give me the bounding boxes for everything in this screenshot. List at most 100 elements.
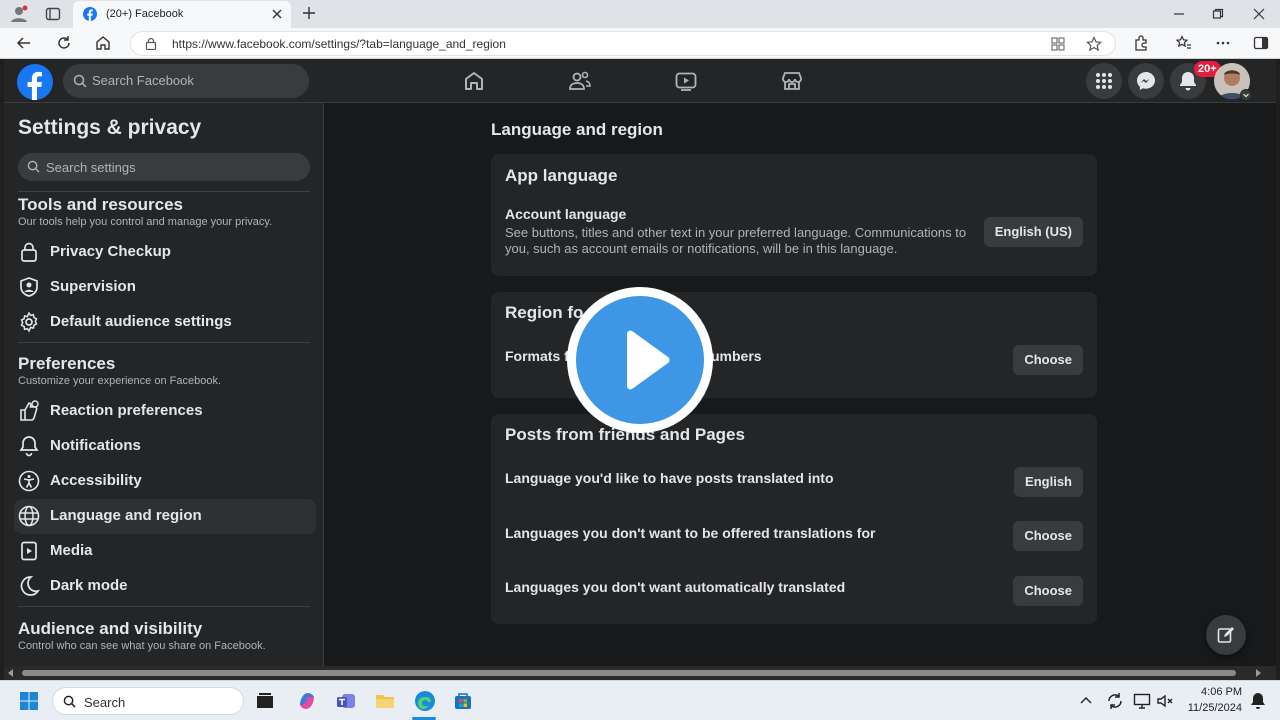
clock-time[interactable]: 4:06 PM — [1186, 686, 1242, 698]
favorite-star-icon[interactable] — [1086, 36, 1102, 52]
facebook-header: Search Facebook 20+ — [4, 59, 1276, 103]
account-chevron-icon[interactable] — [1240, 89, 1252, 101]
copilot-icon[interactable] — [297, 691, 317, 711]
settings-search-placeholder: Search settings — [46, 160, 136, 175]
sidebar-item-label: Supervision — [50, 278, 136, 295]
page-title: Language and region — [491, 120, 663, 139]
sidebar-item-language-and-region[interactable]: Language and region — [14, 499, 316, 534]
home-icon[interactable] — [95, 35, 111, 51]
windows-taskbar: Search 4:06 PM 11/25/2024 — [0, 680, 1280, 720]
address-bar[interactable]: https://www.facebook.com/settings/?tab=l… — [130, 31, 1116, 56]
browser-tab-bar: (20+) Facebook — [0, 0, 1280, 28]
app-available-icon[interactable] — [1051, 37, 1065, 51]
bell-icon — [1180, 72, 1196, 91]
sidebar-item-label: Reaction preferences — [50, 402, 203, 419]
no-offer-translations-button[interactable]: Choose — [1013, 521, 1083, 551]
scrollbar-thumb[interactable] — [22, 670, 1236, 676]
translate-into-button[interactable]: English — [1014, 467, 1083, 497]
no-offer-translations-label: Languages you don't want to be offered t… — [505, 525, 876, 541]
menu-grid-button[interactable] — [1086, 63, 1122, 99]
messenger-button[interactable] — [1128, 63, 1164, 99]
back-icon[interactable] — [16, 35, 32, 51]
browser-tab[interactable]: (20+) Facebook — [73, 1, 291, 28]
sidebar-item-label: Privacy Checkup — [50, 243, 171, 260]
account-language-button[interactable]: English (US) — [983, 217, 1083, 247]
restore-icon[interactable] — [1212, 8, 1224, 20]
clock-date[interactable]: 11/25/2024 — [1182, 702, 1242, 714]
edge-icon[interactable] — [414, 690, 436, 712]
settings-content: Language and region App language Account… — [324, 103, 1276, 680]
sidebar-item-reaction-preferences[interactable]: Reaction preferences — [14, 394, 316, 429]
windows-start-icon[interactable] — [20, 692, 38, 710]
extensions-icon[interactable] — [1133, 35, 1149, 51]
messenger-icon — [1137, 72, 1155, 90]
teams-icon[interactable] — [336, 691, 356, 711]
tab-title: (20+) Facebook — [106, 8, 184, 20]
file-explorer-icon[interactable] — [375, 691, 395, 711]
minimize-icon[interactable] — [1173, 8, 1185, 20]
app-language-card: App language Account language See button… — [491, 154, 1097, 276]
sidebar-item-label: Media — [50, 542, 93, 559]
sidebar-item-privacy-checkup[interactable]: Privacy Checkup — [14, 235, 316, 270]
no-auto-translate-button[interactable]: Choose — [1013, 576, 1083, 606]
video-play-button[interactable] — [567, 287, 713, 433]
lock-icon[interactable] — [145, 37, 157, 50]
sidebar-item-supervision[interactable]: Supervision — [14, 270, 316, 305]
formats-label: Formats f — [505, 348, 569, 364]
settings-search-input[interactable]: Search settings — [18, 153, 310, 181]
grid-icon — [1096, 73, 1112, 89]
tools-section-subtitle: Our tools help you control and manage yo… — [18, 216, 273, 228]
play-icon — [627, 330, 670, 390]
new-tab-icon[interactable] — [302, 6, 316, 20]
more-icon[interactable] — [1215, 35, 1231, 51]
store-icon[interactable] — [453, 691, 473, 711]
sidebar-item-label: Notifications — [50, 437, 141, 454]
profile-icon[interactable] — [10, 5, 28, 23]
horizontal-scrollbar[interactable] — [4, 666, 1276, 680]
tab-actions-icon[interactable] — [45, 6, 61, 22]
region-choose-button[interactable]: Choose — [1013, 345, 1083, 375]
tools-section-title: Tools and resources — [18, 195, 184, 214]
settings-sidebar: Settings & privacy Search settings Tools… — [4, 103, 324, 680]
sidebar-item-label: Default audience settings — [50, 313, 232, 330]
reaction-icon — [18, 400, 40, 422]
sync-icon[interactable] — [1106, 692, 1124, 710]
friends-nav-icon[interactable] — [568, 69, 592, 93]
account-language-description: See buttons, titles and other text in yo… — [505, 225, 967, 256]
sidebar-toggle-icon[interactable] — [1253, 35, 1269, 51]
media-icon — [18, 540, 40, 562]
refresh-icon[interactable] — [56, 35, 72, 51]
scroll-right-icon[interactable] — [1254, 669, 1262, 677]
volume-muted-icon[interactable] — [1156, 692, 1174, 710]
video-nav-icon[interactable] — [674, 69, 698, 93]
notification-bell-icon[interactable] — [1250, 692, 1266, 710]
marketplace-nav-icon[interactable] — [780, 69, 804, 93]
close-tab-icon[interactable] — [272, 9, 282, 19]
scroll-left-icon[interactable] — [7, 669, 15, 677]
supervision-icon — [18, 276, 40, 298]
sidebar-item-dark-mode[interactable]: Dark mode — [14, 569, 316, 604]
lock-icon — [18, 241, 40, 263]
sidebar-item-notifications[interactable]: Notifications — [14, 429, 316, 464]
sidebar-item-default-audience[interactable]: Default audience settings — [14, 305, 316, 340]
facebook-search-input[interactable]: Search Facebook — [63, 64, 309, 98]
chevron-up-icon[interactable] — [1080, 695, 1092, 705]
facebook-logo-icon[interactable] — [17, 64, 53, 100]
favorites-icon[interactable] — [1176, 35, 1192, 51]
sidebar-item-label: Accessibility — [50, 472, 142, 489]
compose-icon — [1217, 627, 1234, 643]
close-window-icon[interactable] — [1253, 8, 1265, 20]
home-nav-icon[interactable] — [462, 69, 486, 93]
sidebar-item-accessibility[interactable]: Accessibility — [14, 464, 316, 499]
preferences-section-title: Preferences — [18, 354, 116, 373]
posts-translation-card: Posts from friends and Pages Language yo… — [491, 414, 1097, 624]
sidebar-item-media[interactable]: Media — [14, 534, 316, 569]
new-message-button[interactable] — [1206, 615, 1246, 655]
divider — [18, 342, 310, 343]
browser-toolbar: https://www.facebook.com/settings/?tab=l… — [0, 28, 1280, 59]
display-icon[interactable] — [1133, 692, 1151, 710]
globe-icon — [18, 505, 40, 527]
taskbar-search[interactable]: Search — [52, 687, 244, 715]
gear-icon — [18, 311, 40, 333]
task-view-icon[interactable] — [256, 692, 274, 710]
